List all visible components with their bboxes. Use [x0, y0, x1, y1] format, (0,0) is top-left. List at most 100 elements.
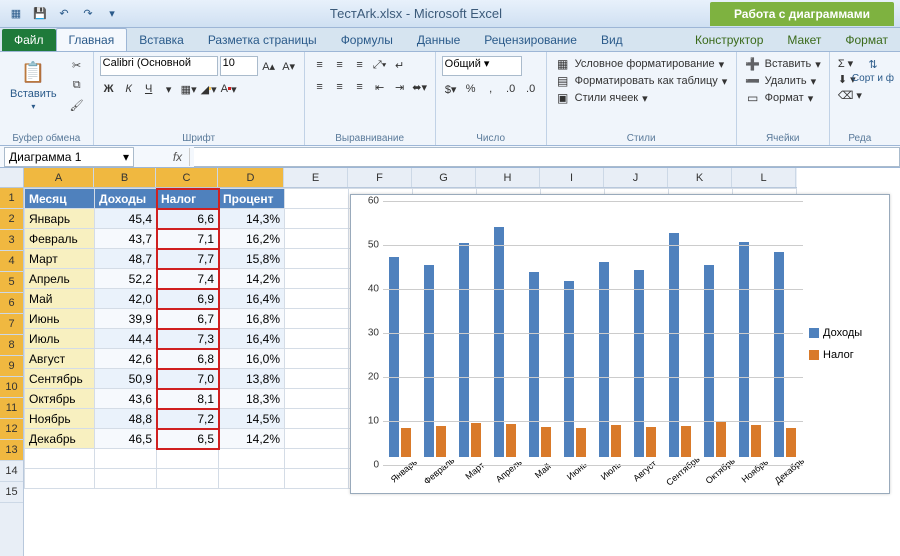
bar-group[interactable] — [736, 242, 765, 457]
row-header-13[interactable]: 13 — [0, 440, 23, 461]
tab-chart-format[interactable]: Формат — [833, 29, 900, 51]
bar-Налог[interactable] — [576, 428, 586, 457]
chart-legend[interactable]: Доходы Налог — [803, 201, 883, 487]
table-header-percent[interactable]: Процент — [219, 189, 285, 209]
row-header-8[interactable]: 8 — [0, 335, 23, 356]
sort-filter-button[interactable]: ⇅ Сорт и ф — [848, 56, 898, 86]
tab-data[interactable]: Данные — [405, 29, 472, 51]
format-painter-button[interactable]: 🖌 — [67, 96, 87, 114]
col-header-C[interactable]: C — [156, 168, 218, 187]
col-header-H[interactable]: H — [476, 168, 540, 187]
row-header-7[interactable]: 7 — [0, 314, 23, 335]
bar-Доходы[interactable] — [494, 227, 504, 457]
excel-icon[interactable]: ▦ — [6, 4, 26, 24]
col-header-A[interactable]: A — [24, 168, 94, 187]
legend-item-tax[interactable]: Налог — [809, 349, 883, 361]
align-right-button[interactable]: ≡ — [351, 78, 369, 96]
paste-button[interactable]: 📋 Вставить ▾ — [6, 56, 61, 113]
format-cells-button[interactable]: ▭Формат ▾ — [743, 90, 816, 106]
row-header-6[interactable]: 6 — [0, 293, 23, 314]
row-header-1[interactable]: 1 — [0, 188, 23, 209]
col-header-J[interactable]: J — [604, 168, 668, 187]
delete-cells-button[interactable]: ➖Удалить ▾ — [743, 73, 819, 89]
tab-file[interactable]: Файл — [2, 29, 56, 51]
bar-Налог[interactable] — [786, 428, 796, 457]
chart-plot-area[interactable]: 0102030405060 ЯнварьФевральМартАпрельМай… — [357, 201, 803, 487]
font-size-select[interactable]: 10 — [220, 56, 258, 76]
bar-Доходы[interactable] — [634, 270, 644, 457]
row-header-12[interactable]: 12 — [0, 419, 23, 440]
row-header-14[interactable]: 14 — [0, 461, 23, 482]
bar-Налог[interactable] — [681, 426, 691, 457]
bar-group[interactable] — [421, 265, 450, 457]
bar-Доходы[interactable] — [774, 252, 784, 457]
bar-Доходы[interactable] — [704, 265, 714, 457]
row-header-11[interactable]: 11 — [0, 398, 23, 419]
align-middle-button[interactable]: ≡ — [331, 56, 349, 74]
bar-Доходы[interactable] — [389, 257, 399, 457]
bar-group[interactable] — [771, 252, 800, 457]
col-header-F[interactable]: F — [348, 168, 412, 187]
table-header-tax[interactable]: Налог — [157, 189, 219, 209]
merge-button[interactable]: ⬌▾ — [411, 78, 429, 96]
col-header-K[interactable]: K — [668, 168, 732, 187]
bar-group[interactable] — [561, 281, 590, 457]
bar-Налог[interactable] — [541, 427, 551, 457]
orientation-button[interactable]: ⤢▾ — [371, 56, 389, 74]
col-header-I[interactable]: I — [540, 168, 604, 187]
underline-dropdown[interactable]: ▾ — [160, 80, 178, 98]
font-color-button[interactable]: A▾ — [220, 80, 238, 98]
bar-Доходы[interactable] — [564, 281, 574, 457]
row-header-4[interactable]: 4 — [0, 251, 23, 272]
fx-button[interactable]: fx — [166, 148, 190, 166]
format-as-table-button[interactable]: ▤Форматировать как таблицу ▾ — [553, 73, 730, 89]
align-bottom-button[interactable]: ≡ — [351, 56, 369, 74]
increase-indent-button[interactable]: ⇥ — [391, 78, 409, 96]
bar-Налог[interactable] — [436, 426, 446, 457]
name-box[interactable]: Диаграмма 1▾ — [4, 147, 134, 167]
bar-group[interactable] — [666, 233, 695, 457]
undo-button[interactable]: ↶ — [54, 4, 74, 24]
bar-group[interactable] — [386, 257, 415, 457]
increase-decimal-button[interactable]: .0 — [502, 80, 520, 98]
number-format-select[interactable]: Общий ▾ — [442, 56, 522, 76]
cell-styles-button[interactable]: ▣Стили ячеек ▾ — [553, 90, 650, 106]
row-header-2[interactable]: 2 — [0, 209, 23, 230]
bar-Налог[interactable] — [506, 424, 516, 457]
bar-group[interactable] — [526, 272, 555, 457]
row-header-3[interactable]: 3 — [0, 230, 23, 251]
tab-insert[interactable]: Вставка — [127, 29, 196, 51]
tab-view[interactable]: Вид — [589, 29, 635, 51]
col-header-D[interactable]: D — [218, 168, 284, 187]
underline-button[interactable]: Ч — [140, 80, 158, 98]
bar-Налог[interactable] — [611, 425, 621, 457]
increase-font-button[interactable]: A▴ — [260, 57, 278, 75]
bar-group[interactable] — [631, 270, 660, 457]
clear-button[interactable]: ⌫ ▾ — [836, 88, 864, 103]
bar-Доходы[interactable] — [459, 243, 469, 457]
chevron-down-icon[interactable]: ▾ — [123, 150, 129, 164]
fill-color-button[interactable]: ◢▾ — [200, 80, 218, 98]
currency-button[interactable]: $▾ — [442, 80, 460, 98]
table-header-income[interactable]: Доходы — [95, 189, 157, 209]
tab-chart-layout[interactable]: Макет — [775, 29, 833, 51]
italic-button[interactable]: К — [120, 80, 138, 98]
bar-group[interactable] — [701, 265, 730, 457]
bar-Налог[interactable] — [471, 423, 481, 457]
bar-Налог[interactable] — [401, 428, 411, 457]
select-all-corner[interactable] — [0, 168, 23, 188]
wrap-text-button[interactable]: ↵ — [391, 56, 409, 74]
border-button[interactable]: ▦▾ — [180, 80, 198, 98]
decrease-decimal-button[interactable]: .0 — [522, 80, 540, 98]
row-header-10[interactable]: 10 — [0, 377, 23, 398]
decrease-indent-button[interactable]: ⇤ — [371, 78, 389, 96]
col-header-G[interactable]: G — [412, 168, 476, 187]
legend-item-income[interactable]: Доходы — [809, 327, 883, 339]
tab-formulas[interactable]: Формулы — [329, 29, 405, 51]
bar-Доходы[interactable] — [424, 265, 434, 457]
col-header-E[interactable]: E — [284, 168, 348, 187]
bar-Доходы[interactable] — [599, 262, 609, 457]
bar-Налог[interactable] — [716, 421, 726, 457]
insert-cells-button[interactable]: ➕Вставить ▾ — [743, 56, 823, 72]
align-top-button[interactable]: ≡ — [311, 56, 329, 74]
